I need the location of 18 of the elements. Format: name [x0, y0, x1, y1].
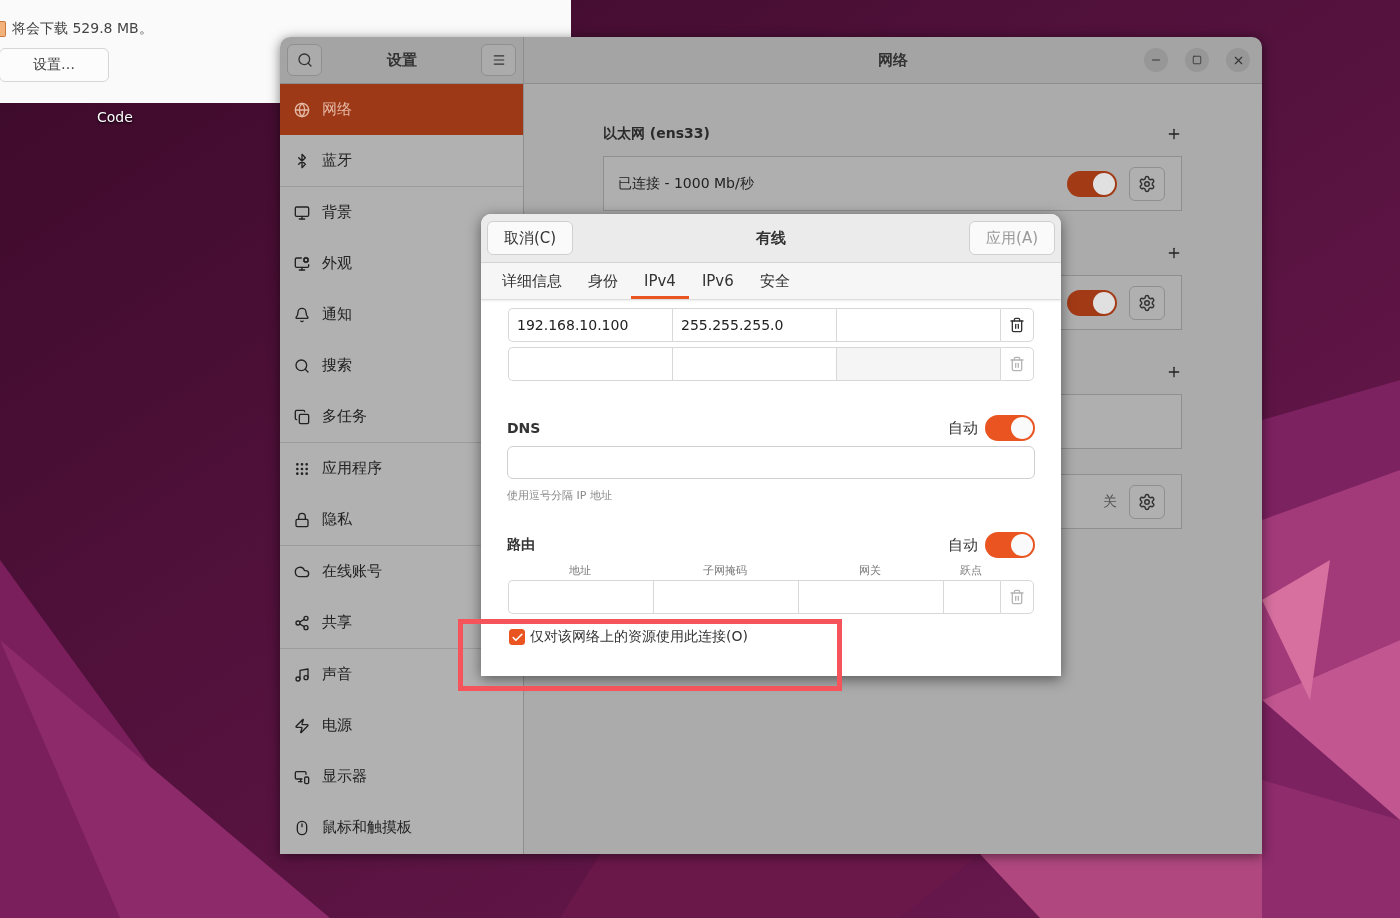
section-label: DNS	[507, 420, 541, 436]
download-note: 将会下载 529.8 MB。	[12, 20, 153, 38]
checkbox-label: 仅对该网络上的资源使用此连接(O)	[530, 628, 748, 646]
window-title: 网络	[878, 50, 908, 70]
section-title: 以太网 (ens33)	[603, 125, 710, 143]
dialog-title: 有线	[756, 228, 787, 248]
desktop-icon-label: Code	[97, 109, 133, 125]
column-header: 子网掩码	[701, 563, 748, 579]
column-header: 跃点	[958, 563, 983, 579]
connection-status: 已连接 - 1000 Mb/秒	[618, 174, 754, 193]
sidebar-title: 设置	[386, 50, 417, 70]
auto-label: 自动	[948, 535, 978, 555]
auto-label: 自动	[948, 418, 978, 438]
section-label: 路由	[507, 536, 535, 554]
status-text: 关	[1103, 492, 1117, 511]
column-header: 网关	[857, 563, 882, 579]
hint-text: 使用逗号分隔 IP 地址	[507, 488, 613, 503]
column-header: 地址	[567, 563, 592, 579]
